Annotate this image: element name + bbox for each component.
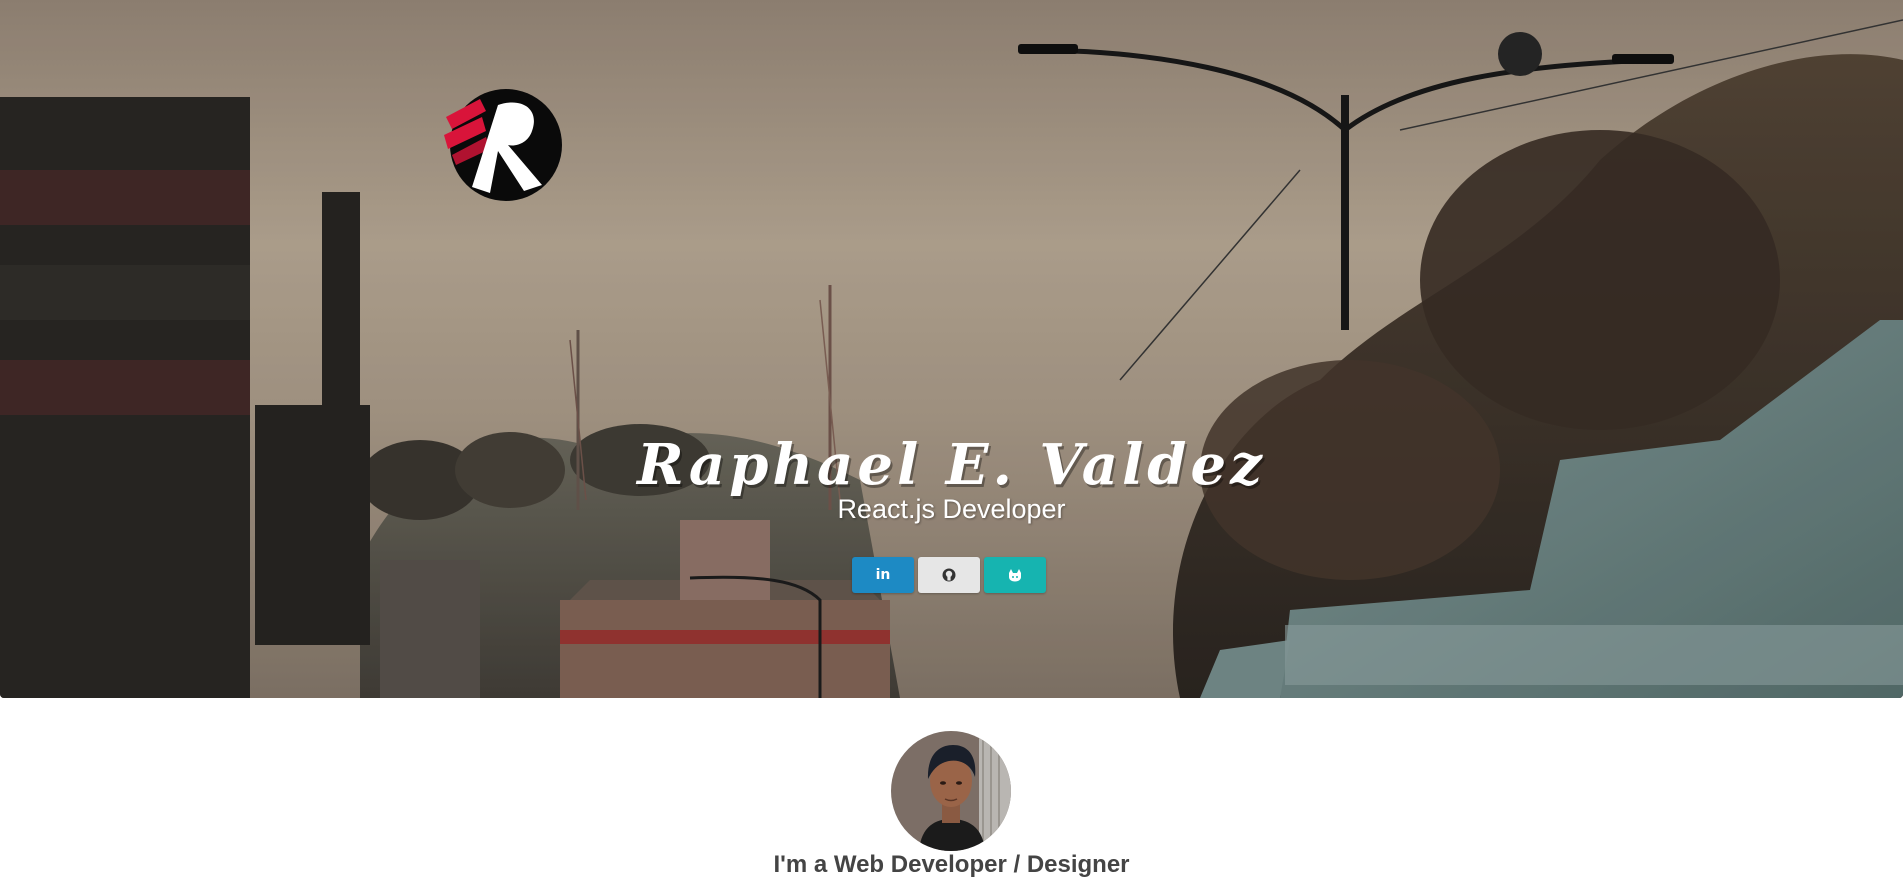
github-button[interactable] bbox=[918, 557, 980, 593]
about-heading: I'm a Web Developer / Designer bbox=[773, 851, 1130, 878]
brand-logo[interactable] bbox=[442, 87, 570, 203]
hero-background-photo bbox=[0, 0, 1903, 698]
portfolio-page: Raphael E. Valdez React.js Developer in bbox=[0, 0, 1903, 888]
linkedin-button[interactable]: in bbox=[852, 557, 914, 593]
hero-role: React.js Developer bbox=[837, 494, 1066, 524]
linkedin-icon: in bbox=[875, 567, 891, 583]
gitlab-icon bbox=[1009, 569, 1021, 582]
github-icon bbox=[942, 568, 956, 582]
profile-photo bbox=[891, 731, 1011, 851]
profile-avatar bbox=[891, 731, 1011, 851]
logo-r-icon bbox=[444, 89, 562, 201]
hero-name: Raphael E. Valdez bbox=[637, 432, 1266, 498]
gitlab-button[interactable] bbox=[984, 557, 1046, 593]
social-links: in bbox=[852, 557, 1046, 593]
hero-banner: Raphael E. Valdez React.js Developer in bbox=[0, 0, 1903, 698]
